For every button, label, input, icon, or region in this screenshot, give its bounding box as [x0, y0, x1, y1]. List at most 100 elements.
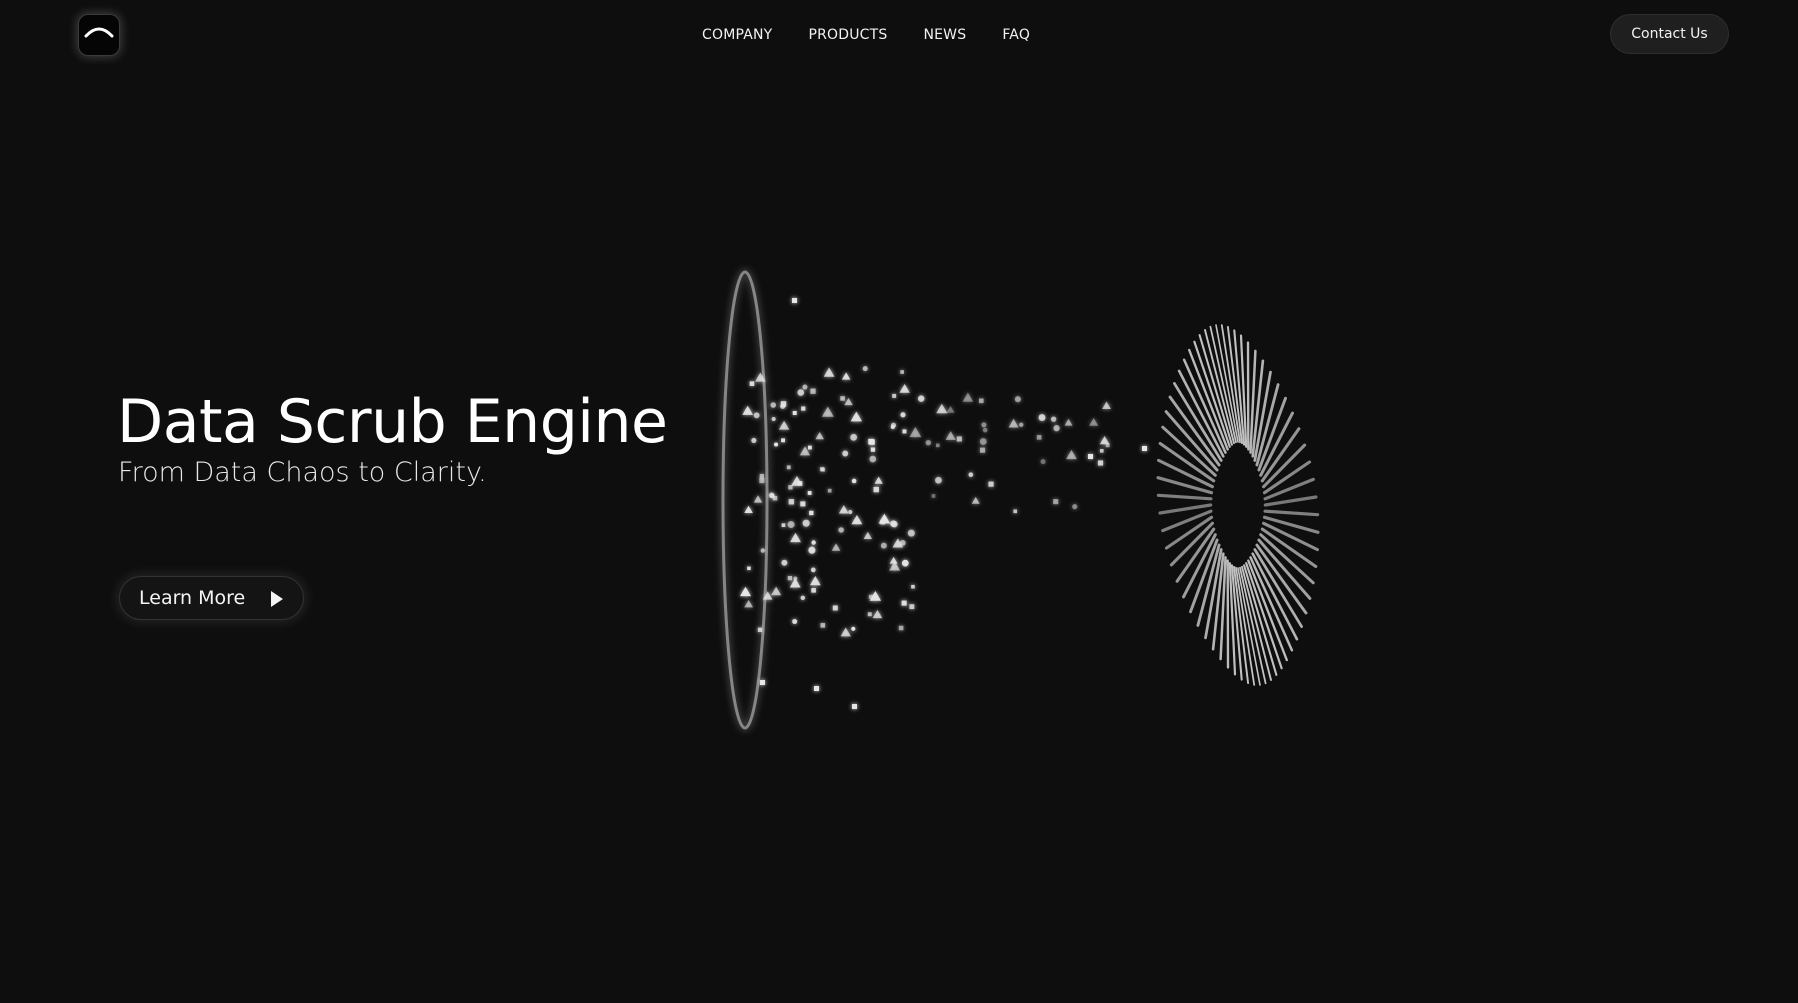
data-particle — [768, 492, 775, 499]
learn-more-label: Learn More — [139, 587, 246, 609]
data-particle — [792, 619, 798, 625]
data-particle — [742, 405, 754, 415]
data-particle — [755, 372, 766, 382]
fan-petal — [1226, 325, 1243, 445]
arch-logo-icon[interactable] — [79, 15, 119, 55]
nav-item-products[interactable]: PRODUCTS — [808, 25, 887, 45]
data-particle — [1040, 458, 1046, 465]
data-particle — [844, 397, 853, 406]
data-particle — [869, 591, 882, 601]
data-particle — [841, 372, 851, 380]
data-particle — [880, 542, 887, 549]
data-particle — [820, 623, 826, 628]
data-particle — [760, 548, 766, 553]
fan-petal — [1253, 370, 1272, 462]
fan-petal — [1233, 565, 1250, 685]
data-particle — [931, 494, 936, 498]
data-particle — [802, 519, 810, 527]
data-particle — [821, 467, 826, 472]
data-particle — [851, 626, 856, 631]
fan-petal — [1168, 395, 1221, 467]
data-particle — [898, 625, 904, 631]
data-particle — [780, 403, 786, 409]
data-particle — [771, 416, 776, 422]
data-particles — [740, 298, 1147, 709]
fan-petal — [1241, 565, 1272, 681]
data-particle — [956, 436, 962, 442]
fan-petal — [1193, 340, 1231, 448]
fan-petal — [1228, 562, 1237, 676]
data-particle — [870, 447, 876, 452]
data-particle — [911, 584, 915, 589]
data-particle — [892, 393, 897, 398]
data-particle — [1038, 414, 1046, 422]
fan-petal — [1263, 495, 1318, 507]
data-particle — [787, 575, 793, 581]
data-particle — [868, 438, 874, 445]
fan-petal — [1164, 410, 1219, 472]
fan-petal — [1169, 521, 1214, 567]
data-particle — [762, 591, 773, 600]
fan-petal — [1263, 477, 1315, 501]
data-particle — [749, 381, 755, 386]
data-particle — [1053, 425, 1060, 432]
data-particle — [862, 366, 868, 372]
nav-item-faq[interactable]: FAQ — [1002, 25, 1030, 45]
data-particle — [918, 395, 925, 402]
learn-more-button[interactable]: Learn More — [119, 576, 304, 620]
fan-petal — [1173, 382, 1223, 462]
data-particle — [971, 496, 980, 504]
fan-petal — [1220, 324, 1241, 444]
data-particle — [821, 406, 834, 417]
data-particle — [1102, 401, 1111, 410]
data-particle — [811, 588, 816, 593]
data-particle — [1099, 436, 1110, 445]
data-particle — [809, 510, 814, 516]
data-particle — [982, 427, 988, 433]
data-particle — [902, 429, 907, 434]
data-particle — [792, 298, 797, 303]
data-particle — [793, 576, 798, 581]
fan-petal — [1196, 543, 1221, 627]
data-particle — [771, 586, 782, 596]
fan-petal — [1255, 383, 1280, 467]
data-particle — [1036, 435, 1042, 440]
fan-petal — [1161, 509, 1213, 533]
fan-petal — [1177, 369, 1225, 458]
data-particle — [792, 411, 797, 415]
data-scrub-visualization — [719, 268, 1798, 732]
data-particle — [838, 505, 849, 514]
data-particle — [740, 586, 752, 597]
data-particle — [889, 561, 901, 571]
fan-petal — [1204, 548, 1223, 640]
data-particle — [850, 411, 863, 422]
data-particle — [774, 442, 779, 447]
data-particle — [873, 486, 879, 493]
data-particle — [1066, 449, 1077, 460]
nav-item-news[interactable]: NEWS — [923, 25, 966, 45]
data-particle — [791, 476, 803, 486]
data-particle — [852, 704, 857, 709]
data-particle — [801, 406, 806, 411]
play-icon — [271, 591, 283, 607]
data-particle — [809, 576, 821, 586]
fan-petal — [1156, 476, 1214, 495]
data-particle — [869, 439, 875, 445]
fan-petal — [1182, 358, 1227, 454]
data-particle — [962, 392, 974, 402]
data-particle — [842, 450, 849, 457]
data-particle — [819, 467, 824, 472]
data-particle — [799, 446, 811, 456]
fan-petal — [1233, 329, 1246, 446]
data-particle — [878, 513, 891, 524]
data-particle — [979, 447, 986, 453]
data-particle — [850, 433, 858, 441]
data-particle — [831, 543, 841, 551]
data-particle — [981, 422, 987, 428]
contact-us-button[interactable]: Contact Us — [1610, 14, 1729, 54]
fan-petal — [1253, 548, 1303, 628]
fan-petal — [1230, 564, 1243, 681]
data-particle — [935, 443, 940, 448]
data-particle — [979, 438, 987, 446]
nav-item-company[interactable]: COMPANY — [702, 25, 772, 45]
